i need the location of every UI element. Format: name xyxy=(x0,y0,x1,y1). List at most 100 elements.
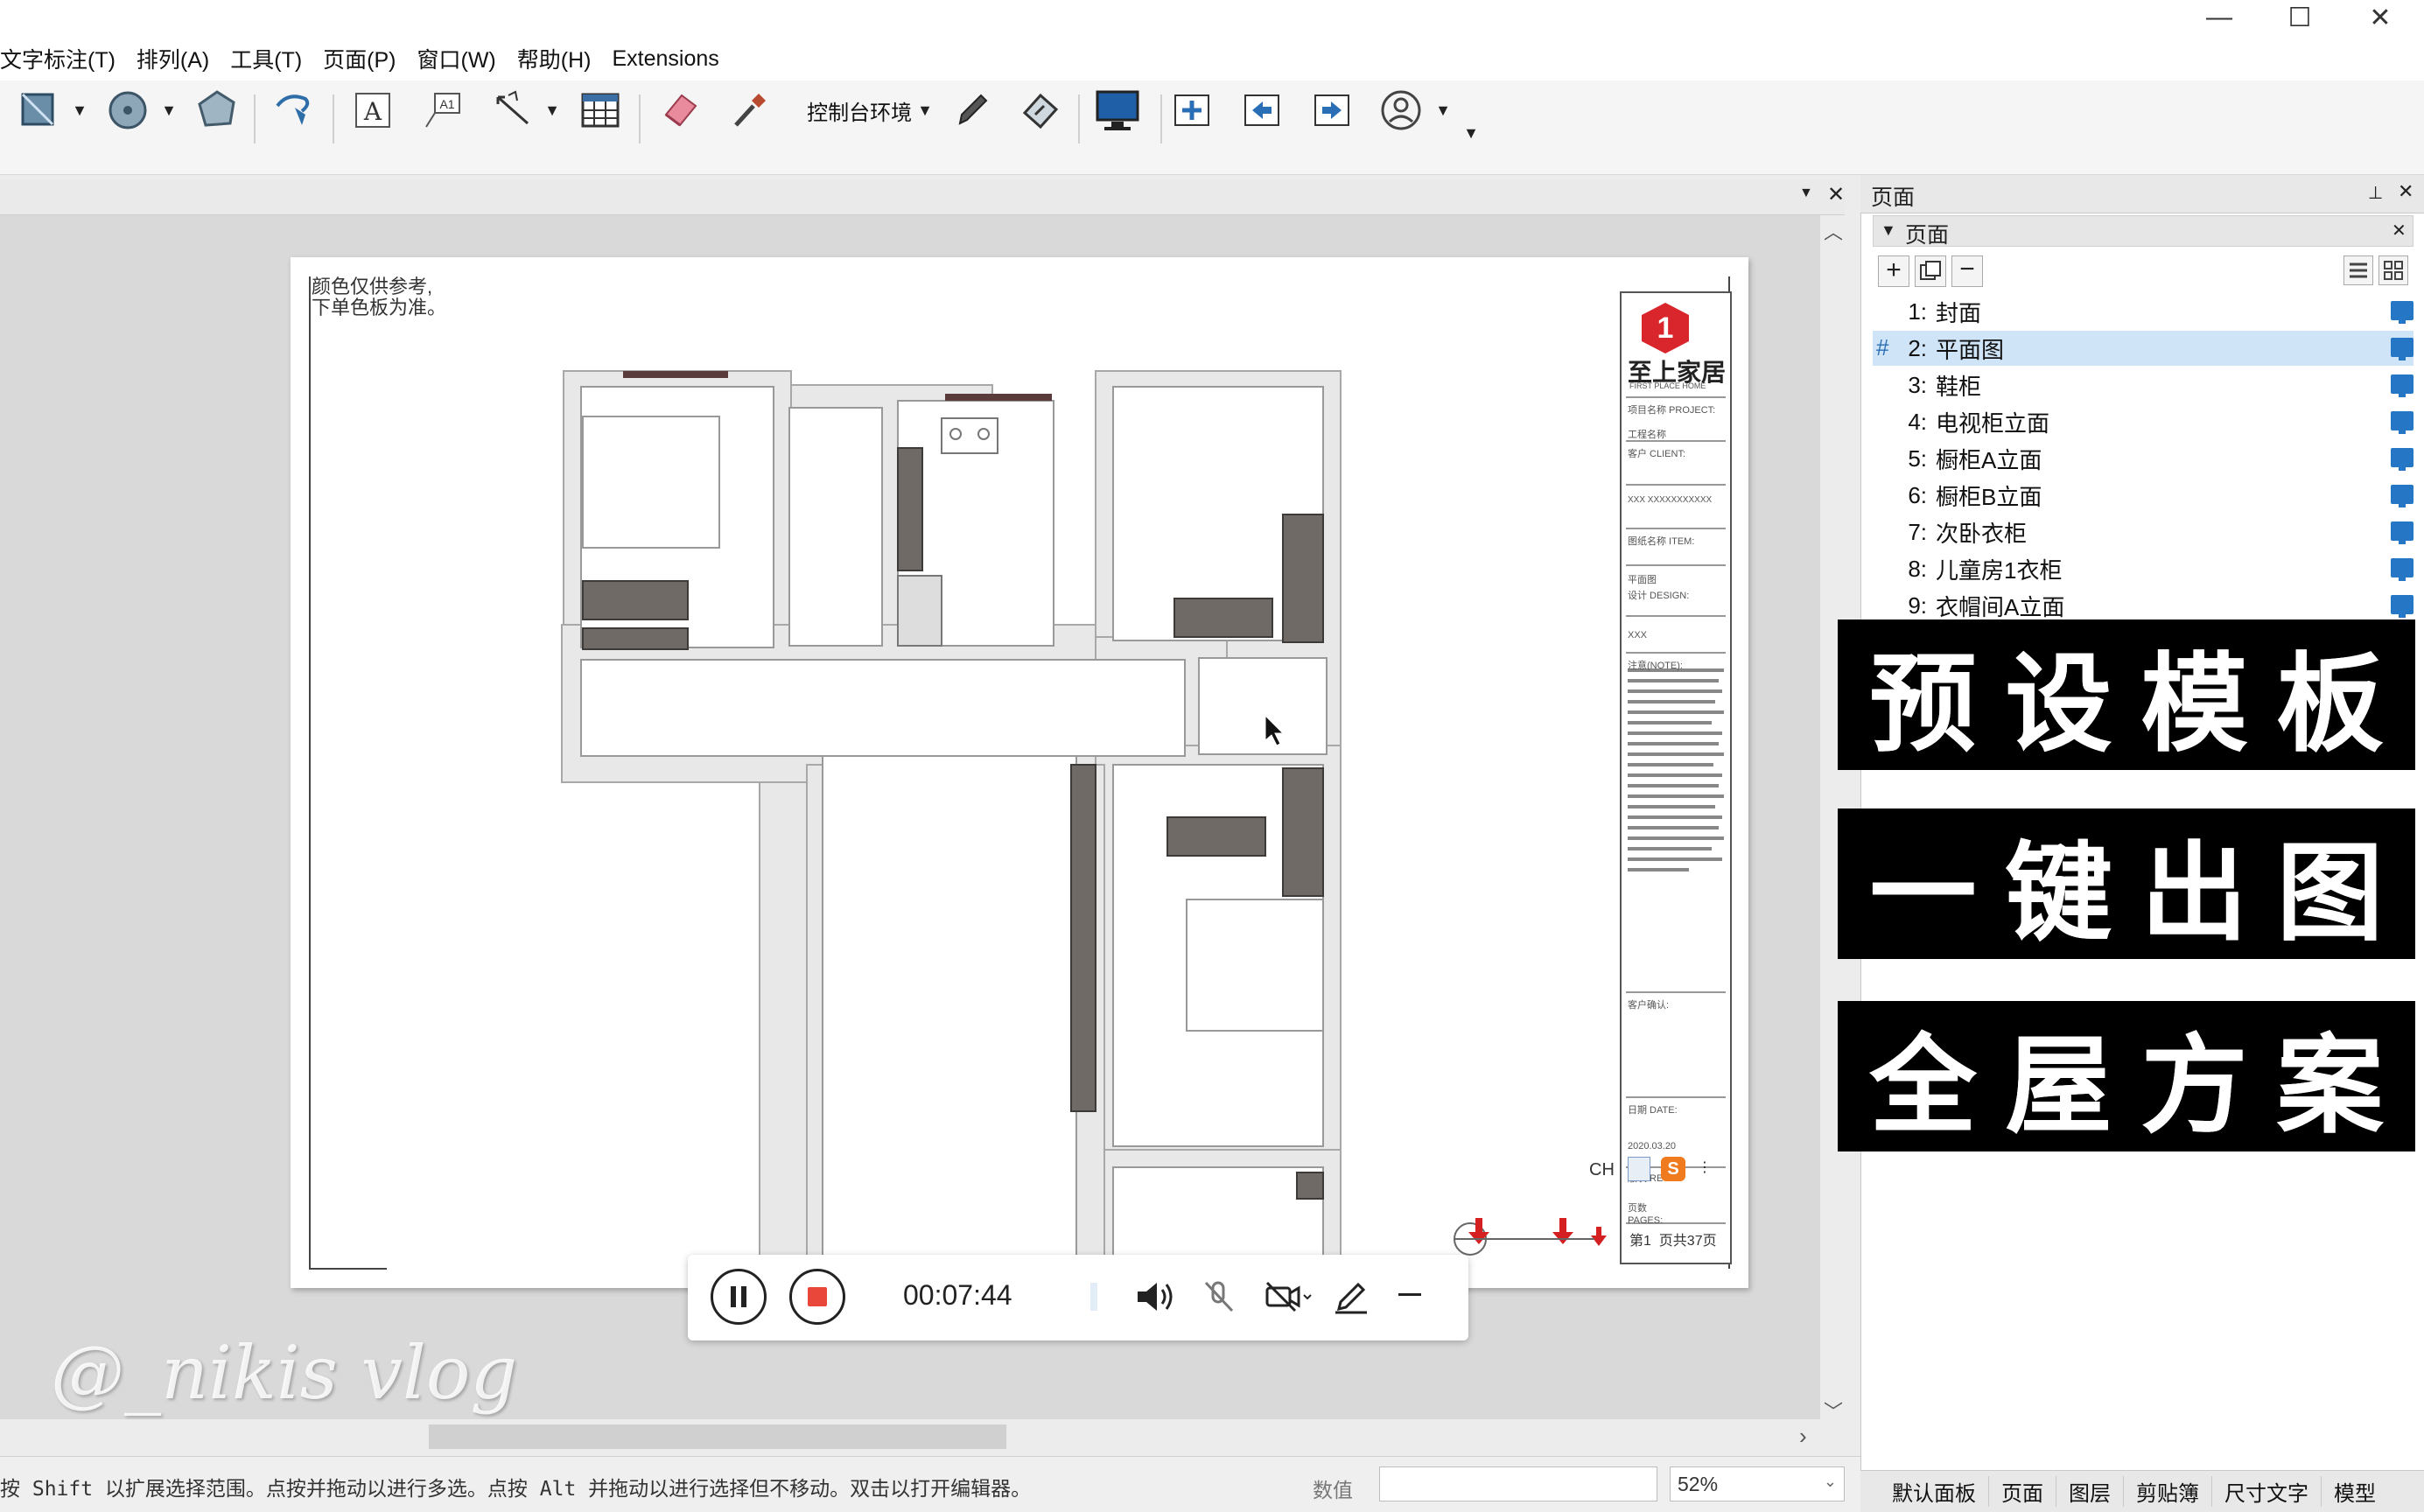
presentation-monitor-icon[interactable] xyxy=(2391,485,2413,508)
layout-page[interactable]: 1 颜色仅供参考, 下单色板为准。 至上家居 FIRST PLACE HOME xyxy=(291,257,1748,1288)
toolbar-overflow-icon[interactable]: ▼ xyxy=(1460,103,1482,163)
horizontal-scroll-thumb[interactable] xyxy=(429,1424,1006,1449)
tab-model[interactable]: 模型 xyxy=(2322,1476,2388,1507)
menu-window[interactable]: 窗口(W) xyxy=(407,43,507,74)
title-block-field: 工程名称 xyxy=(1628,430,1666,440)
sogou-input-icon[interactable]: S xyxy=(1661,1157,1685,1181)
presentation-monitor-icon[interactable] xyxy=(2391,338,2413,360)
pin-icon[interactable]: ⊥ xyxy=(2368,182,2383,204)
tab-layers[interactable]: 图层 xyxy=(2056,1476,2124,1507)
zoom-select[interactable]: 52% ⌄ xyxy=(1670,1466,1845,1502)
speaker-icon[interactable] xyxy=(1134,1278,1178,1320)
menu-extensions[interactable]: Extensions xyxy=(601,46,729,72)
next-page-icon[interactable] xyxy=(1304,80,1360,140)
page-list-item[interactable]: 8: 儿童房1衣柜 xyxy=(1873,551,2413,586)
page-list-item[interactable]: #2: 平面图 xyxy=(1873,331,2413,366)
page-list-item[interactable]: 7: 次卧衣柜 xyxy=(1873,514,2413,550)
scroll-up-icon[interactable]: ︿ xyxy=(1824,217,1843,245)
annotate-pen-icon[interactable] xyxy=(1332,1278,1370,1320)
polygon-tool-icon[interactable] xyxy=(191,80,243,140)
close-icon[interactable]: ✕ xyxy=(1827,182,1845,207)
vlog-watermark: @_nikis vlog xyxy=(51,1330,518,1416)
list-view-icon[interactable] xyxy=(2343,256,2373,285)
svg-text:A: A xyxy=(363,97,382,126)
previous-page-icon[interactable] xyxy=(1234,80,1290,140)
menu-arrange[interactable]: 排列(A) xyxy=(126,43,220,74)
menu-help[interactable]: 帮助(H) xyxy=(507,43,602,74)
chevron-down-icon[interactable]: ▼ xyxy=(1432,80,1454,140)
presentation-monitor-icon[interactable] xyxy=(2391,558,2413,581)
scroll-right-icon[interactable]: › xyxy=(1799,1423,1807,1450)
camera-muted-icon[interactable] xyxy=(1262,1278,1314,1320)
presentation-monitor-icon[interactable] xyxy=(2391,522,2413,544)
banner-char: 方 xyxy=(2139,1021,2250,1150)
microphone-muted-icon[interactable] xyxy=(1199,1278,1237,1320)
lasso-tool-icon[interactable] xyxy=(266,80,319,140)
chevron-down-icon[interactable]: ▼ xyxy=(1799,186,1813,201)
table-tool-icon[interactable] xyxy=(574,80,627,140)
environment-label: 控制台环境 xyxy=(807,101,913,125)
pages-section-header[interactable]: ▼ 页面 ✕ xyxy=(1873,215,2413,248)
presentation-monitor-icon[interactable] xyxy=(2391,301,2413,324)
title-block-field: 平面图 xyxy=(1628,575,1657,585)
eraser-icon[interactable] xyxy=(653,80,705,140)
eyedropper-icon[interactable] xyxy=(723,80,775,140)
pen-icon[interactable] xyxy=(945,80,998,140)
close-icon[interactable]: ✕ xyxy=(2398,180,2413,203)
pause-button[interactable] xyxy=(711,1269,767,1325)
page-name: 儿童房1衣柜 xyxy=(1936,556,2063,584)
presentation-monitor-icon[interactable] xyxy=(2391,374,2413,397)
chevron-down-icon[interactable]: ▼ xyxy=(541,80,564,140)
tab-scrapbooks[interactable]: 剪贴簿 xyxy=(2124,1476,2212,1507)
promo-banner-preset-templates: 预 设 模 板 xyxy=(1838,620,2415,770)
menu-text[interactable]: 文字标注(T) xyxy=(0,43,126,74)
chevron-down-icon[interactable]: ▼ xyxy=(158,80,180,140)
collapse-triangle-icon[interactable]: ▼ xyxy=(1881,221,1896,240)
add-page-icon[interactable] xyxy=(1164,80,1220,140)
page-list-item[interactable]: 5: 橱柜A立面 xyxy=(1873,441,2413,476)
presentation-monitor-icon[interactable] xyxy=(2391,448,2413,471)
date-label: 日期 DATE: xyxy=(1628,1105,1678,1116)
style-tool-icon[interactable] xyxy=(1013,80,1066,140)
tab-dimension-text[interactable]: 尺寸文字 xyxy=(2212,1476,2322,1507)
presentation-monitor-icon[interactable] xyxy=(2391,595,2413,618)
page-number: 8: xyxy=(1908,555,1927,582)
chevron-down-icon[interactable]: ▼ xyxy=(68,80,91,140)
menu-page[interactable]: 页面(P) xyxy=(312,43,406,74)
duplicate-page-button[interactable] xyxy=(1915,256,1946,287)
ime-indicator[interactable]: CH xyxy=(1589,1160,1615,1180)
tab-pages[interactable]: 页面 xyxy=(1989,1476,2056,1507)
user-account-icon[interactable] xyxy=(1374,80,1428,140)
presentation-monitor-icon[interactable] xyxy=(1089,80,1146,140)
add-page-button[interactable]: + xyxy=(1878,256,1909,287)
dimension-tool-icon[interactable] xyxy=(487,80,539,140)
page-name: 次卧衣柜 xyxy=(1936,520,2028,547)
page-list-item[interactable]: 3: 鞋柜 xyxy=(1873,368,2413,402)
close-button[interactable]: ✕ xyxy=(2340,0,2420,35)
close-icon[interactable]: ✕ xyxy=(2392,220,2406,242)
delete-page-button[interactable]: − xyxy=(1951,256,1983,287)
remark-title: 注意(NOTE): xyxy=(1628,661,1683,671)
stop-button[interactable] xyxy=(789,1269,845,1325)
ime-toolbar-icon[interactable] xyxy=(1628,1157,1650,1181)
banner-char: 模 xyxy=(2139,640,2250,768)
measurements-input[interactable] xyxy=(1379,1466,1657,1502)
banner-char: 一 xyxy=(1867,829,1979,957)
minimize-recorder-button[interactable] xyxy=(1398,1293,1421,1296)
grid-view-icon[interactable] xyxy=(2378,256,2408,285)
label-tool-icon[interactable]: A1 xyxy=(417,80,469,140)
status-hint: 按 Shift 以扩展选择范围。点按并拖动以进行多选。点按 Alt 并拖动以进行… xyxy=(0,1478,1032,1501)
page-list-item[interactable]: 1: 封面 xyxy=(1873,294,2413,329)
page-number: 1: xyxy=(1908,298,1927,325)
text-tool-icon[interactable]: A xyxy=(347,80,399,140)
environment-dropdown[interactable]: 控制台环境 ▼ xyxy=(791,80,949,140)
circle-tool-icon[interactable] xyxy=(102,80,154,140)
shape-tool-icon[interactable] xyxy=(12,80,65,140)
toolbar-separator xyxy=(639,94,641,144)
page-list-item[interactable]: 4: 电视柜立面 xyxy=(1873,404,2413,439)
page-list-item[interactable]: 6: 橱柜B立面 xyxy=(1873,478,2413,513)
menu-tools[interactable]: 工具(T) xyxy=(220,43,312,74)
presentation-monitor-icon[interactable] xyxy=(2391,411,2413,434)
tab-default-panel[interactable]: 默认面板 xyxy=(1860,1476,1989,1507)
more-icon[interactable]: ⋮ xyxy=(1698,1158,1712,1176)
